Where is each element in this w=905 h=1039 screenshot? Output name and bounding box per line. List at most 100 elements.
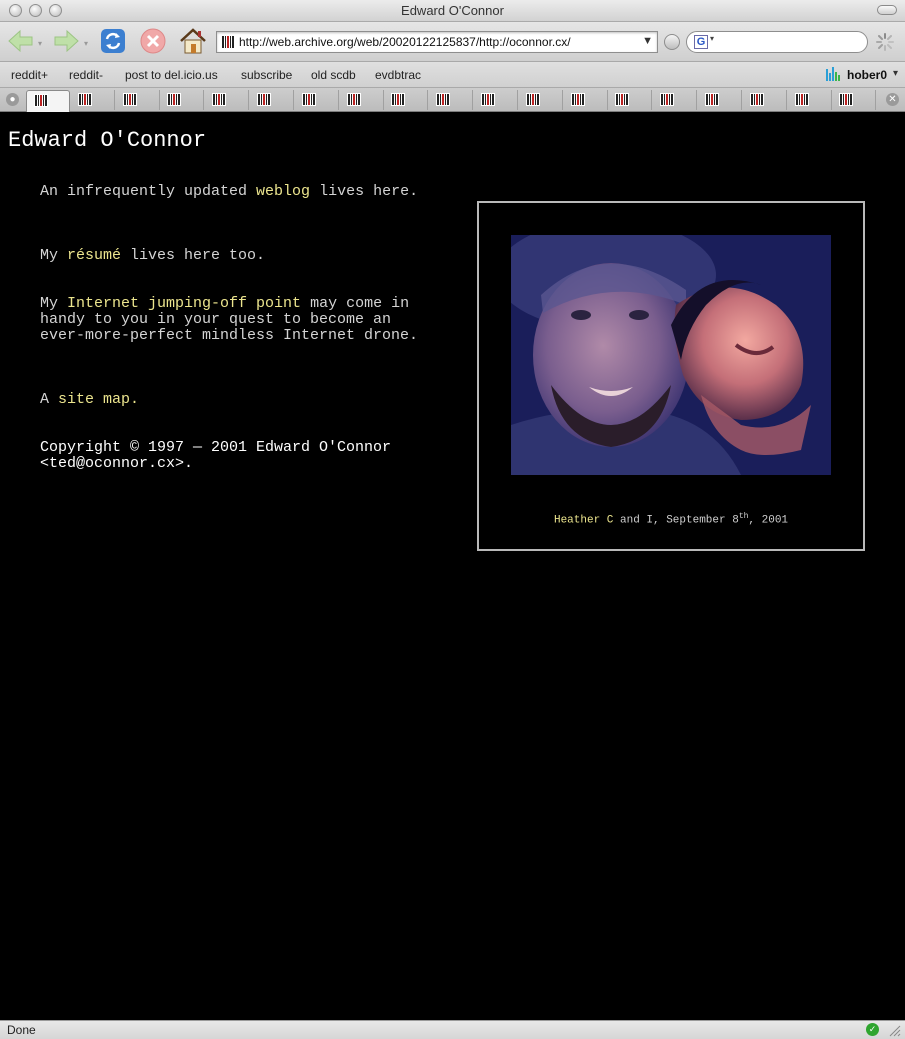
resume-paragraph: My résumé lives here too. [40,248,440,264]
browser-tab[interactable] [205,90,249,110]
caption-text: and I, September 8 [613,514,739,527]
bookmark-reddit-minus[interactable]: reddit- [69,68,103,82]
stop-button[interactable] [138,26,168,56]
address-history-chevron-icon[interactable]: ▼ [642,35,653,47]
search-bar[interactable]: G ▾ [686,31,868,53]
photo-caption: Heather C and I, September 8th, 2001 [479,512,863,527]
wayback-favicon-icon [436,93,450,106]
wayback-favicon-icon [34,94,48,107]
wayback-favicon-icon [526,93,540,106]
browser-tab[interactable] [384,90,428,110]
address-bar[interactable]: http://web.archive.org/web/2002012212583… [216,31,658,53]
tab-strip: ● ✕ [0,88,905,112]
jumping-off-paragraph: My Internet jumping-off point may come i… [40,296,440,344]
reload-icon [101,29,125,53]
browser-tab[interactable] [340,90,384,110]
browser-tab[interactable] [71,90,115,110]
wayback-favicon-icon [839,93,853,106]
browser-tab[interactable] [608,90,652,110]
navigation-toolbar: ▾ ▾ http://web.archive.org/web/200201221… [0,22,905,62]
browser-tab[interactable] [474,90,518,110]
weblog-text-after: lives here. [310,183,419,200]
bookmark-post-to-delicious[interactable]: post to del.icio.us [125,68,218,82]
page-title: Edward O'Connor [8,128,207,153]
resume-text-after: lives here too. [121,247,266,264]
wayback-favicon-icon [212,93,226,106]
close-tab-icon[interactable]: ✕ [886,93,899,106]
weblog-link[interactable]: weblog [256,183,310,200]
back-button[interactable] [6,26,36,56]
toolbar-toggle-button[interactable] [877,5,897,15]
go-button[interactable] [664,34,680,50]
status-ok-checkmark-icon: ✓ [866,1023,879,1036]
browser-tab[interactable] [295,90,339,110]
resume-text-before: My [40,247,68,264]
back-arrow-icon [8,29,33,53]
wayback-favicon-icon [705,93,719,106]
site-map-text-before: A [40,391,59,408]
browser-tab[interactable] [743,90,787,110]
search-engine-chevron-icon[interactable]: ▾ [710,34,714,43]
caption-year: , 2001 [748,514,789,527]
wayback-favicon-icon [123,93,137,106]
heather-c-link[interactable]: Heather C [554,515,613,527]
bookmark-subscribe[interactable]: subscribe [241,68,292,82]
browser-tab[interactable] [788,90,832,110]
wayback-favicon-icon [78,93,92,106]
site-map-link[interactable]: site map. [58,391,139,408]
wayback-favicon-icon [391,93,405,106]
jumping-off-point-link[interactable]: Internet jumping-off point [67,295,301,312]
caption-superscript: th [738,512,749,521]
resume-link[interactable]: résumé [67,247,121,264]
weblog-paragraph: An infrequently updated weblog lives her… [40,184,440,200]
wayback-favicon-icon [347,93,361,106]
home-icon [180,28,206,54]
status-bar: Done ✓ [0,1020,905,1039]
wayback-favicon-icon [167,93,181,106]
bookmark-reddit-plus[interactable]: reddit+ [11,68,48,82]
stop-icon [140,28,166,54]
forward-arrow-icon [54,29,79,53]
wayback-favicon-icon [571,93,585,106]
wayback-favicon-icon [302,93,316,106]
new-tab-icon[interactable]: ● [6,93,19,106]
browser-tab[interactable] [116,90,160,110]
reload-button[interactable] [98,26,128,56]
forward-history-chevron-icon[interactable]: ▾ [84,39,88,48]
browser-tab[interactable] [26,90,70,112]
browser-tab[interactable] [832,90,876,110]
wayback-favicon-icon [221,35,235,49]
window-title: Edward O'Connor [401,3,504,18]
bookmark-old-scdb[interactable]: old scdb [311,68,356,82]
wayback-favicon-icon [795,93,809,106]
google-search-engine-icon[interactable]: G [694,35,708,49]
bookmarks-overflow-chevron-icon[interactable]: ▾ [893,68,898,79]
window-titlebar: Edward O'Connor [0,0,905,22]
photo-frame: Heather C and I, September 8th, 2001 [477,201,865,551]
home-button[interactable] [178,26,208,56]
address-text[interactable]: http://web.archive.org/web/2002012212583… [239,35,571,49]
page-content: Edward O'Connor An infrequently updated … [0,112,905,1020]
wayback-favicon-icon [660,93,674,106]
site-map-paragraph: A site map. [40,392,440,408]
browser-tab[interactable] [653,90,697,110]
bookmark-evdbtrac[interactable]: evdbtrac [375,68,421,82]
browser-tab[interactable] [698,90,742,110]
photo [511,235,831,475]
browser-tab[interactable] [429,90,473,110]
jumping-off-text-before: My [40,295,68,312]
weblog-text-before: An infrequently updated [40,183,257,200]
resize-grip-icon[interactable] [888,1024,901,1037]
wayback-favicon-icon [481,93,495,106]
browser-tab[interactable] [250,90,294,110]
back-history-chevron-icon[interactable]: ▾ [38,39,42,48]
wayback-favicon-icon [750,93,764,106]
browser-tab[interactable] [160,90,204,110]
wayback-favicon-icon [615,93,629,106]
forward-button[interactable] [51,26,81,56]
bookmark-user-hober0[interactable]: hober0 [847,68,887,82]
user-bars-icon [826,67,840,81]
loading-spinner-icon [876,33,894,51]
browser-tab[interactable] [564,90,608,110]
browser-tab[interactable] [519,90,563,110]
